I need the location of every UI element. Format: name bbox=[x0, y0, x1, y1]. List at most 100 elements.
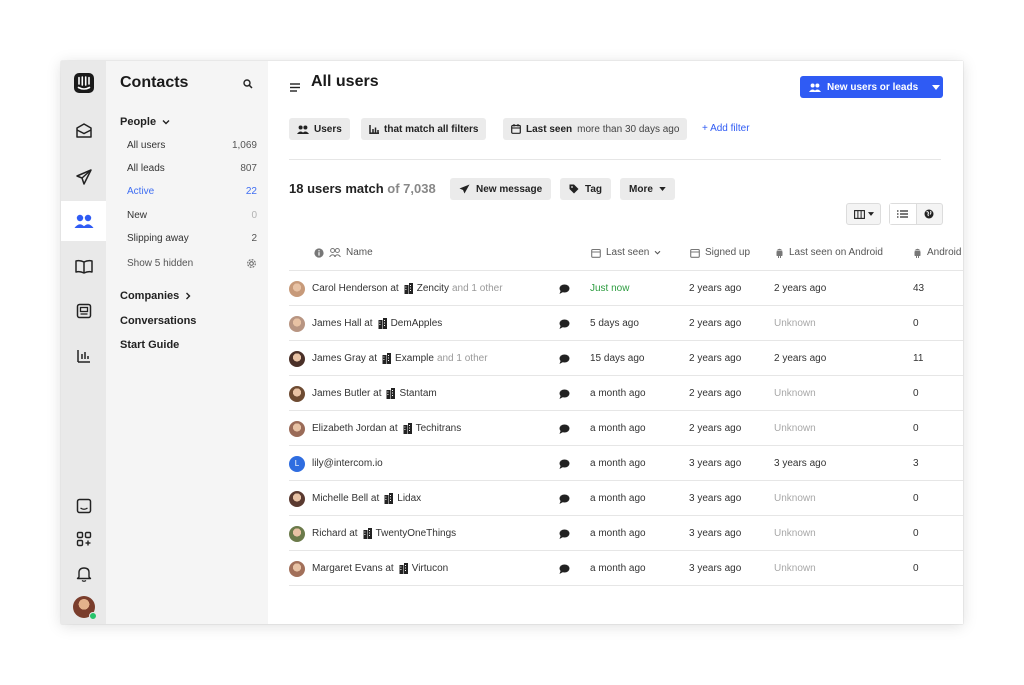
user-name[interactable]: James Hall at bbox=[312, 318, 373, 329]
main-panel: All users New users or leads Users that … bbox=[268, 61, 963, 624]
company-link[interactable]: Zencity bbox=[404, 283, 449, 294]
table-row[interactable]: Richard at TwentyOneThings a month ago 3 ye… bbox=[289, 516, 963, 551]
avatar bbox=[289, 560, 305, 577]
user-name[interactable]: Elizabeth Jordan at bbox=[312, 423, 398, 434]
user-name[interactable]: lily@intercom.io bbox=[312, 458, 383, 469]
columns-selector[interactable] bbox=[846, 203, 881, 225]
user-name[interactable]: Margaret Evans at bbox=[312, 563, 394, 574]
send-icon bbox=[459, 184, 470, 194]
company-link[interactable]: Example bbox=[382, 353, 434, 364]
column-header-android[interactable]: Android bbox=[913, 247, 961, 258]
menu-icon[interactable] bbox=[290, 79, 300, 97]
intercom-logo-icon[interactable] bbox=[61, 63, 106, 103]
filter-last-seen-chip[interactable]: Last seen more than 30 days ago bbox=[503, 118, 688, 140]
table-row[interactable]: Elizabeth Jordan at Techitrans a month ago… bbox=[289, 411, 963, 446]
info-icon bbox=[314, 247, 324, 258]
chat-icon[interactable] bbox=[559, 341, 570, 376]
column-header-last-seen[interactable]: Last seen bbox=[591, 247, 661, 258]
sidebar-item-slipping-away[interactable]: Slipping away 2 bbox=[120, 228, 259, 248]
company-link[interactable]: Stantam bbox=[386, 388, 437, 399]
sidebar-item-all-users[interactable]: All users 1,069 bbox=[120, 135, 259, 155]
last-seen-android-cell: Unknown bbox=[774, 388, 816, 399]
messenger-icon[interactable] bbox=[61, 291, 106, 331]
table-row[interactable]: Margaret Evans at Virtucon a month ago 3 ye… bbox=[289, 551, 963, 586]
reports-icon[interactable] bbox=[61, 336, 106, 376]
sidebar-item-new[interactable]: New 0 bbox=[120, 205, 259, 225]
users-icon bbox=[297, 125, 309, 134]
chat-icon[interactable] bbox=[559, 411, 570, 446]
gear-icon[interactable] bbox=[246, 258, 257, 269]
company-link[interactable]: DemApples bbox=[378, 318, 442, 329]
chat-icon[interactable] bbox=[559, 516, 570, 551]
sidebar-item-all-leads[interactable]: All leads 807 bbox=[120, 158, 259, 178]
globe-view-icon[interactable] bbox=[917, 204, 943, 224]
new-message-button[interactable]: New message bbox=[450, 178, 552, 200]
last-seen-android-cell: Unknown bbox=[774, 563, 816, 574]
list-view-icon[interactable] bbox=[890, 204, 917, 224]
user-name[interactable]: James Gray at bbox=[312, 353, 377, 364]
column-header-signed-up[interactable]: Signed up bbox=[690, 247, 750, 258]
building-icon bbox=[404, 283, 413, 294]
chat-icon[interactable] bbox=[559, 306, 570, 341]
last-seen-cell: a month ago bbox=[590, 528, 646, 539]
app-window: Contacts People All users 1,069 All lead… bbox=[61, 61, 963, 624]
column-header-last-seen-android[interactable]: Last seen on Android bbox=[775, 247, 883, 258]
table-row[interactable]: James Gray at Example and 1 other 15 days a… bbox=[289, 341, 963, 376]
table-row[interactable]: Carol Henderson at Zencity and 1 other Just… bbox=[289, 271, 963, 306]
company-link[interactable]: TwentyOneThings bbox=[363, 528, 456, 539]
nav-rail bbox=[61, 61, 106, 624]
chat-icon[interactable] bbox=[559, 446, 570, 481]
user-name[interactable]: Richard at bbox=[312, 528, 358, 539]
company-link[interactable]: Virtucon bbox=[399, 563, 448, 574]
outbound-icon[interactable] bbox=[61, 157, 106, 197]
articles-icon[interactable] bbox=[61, 246, 106, 286]
show-hidden-button[interactable]: Show 5 hidden bbox=[120, 253, 259, 273]
new-users-or-leads-button[interactable]: New users or leads bbox=[800, 76, 943, 98]
last-seen-android-cell: 3 years ago bbox=[774, 458, 827, 469]
inbox-icon[interactable] bbox=[61, 111, 106, 151]
android-cell: 0 bbox=[913, 493, 919, 504]
signed-up-cell: 2 years ago bbox=[689, 353, 742, 364]
people-section[interactable]: People bbox=[120, 116, 170, 128]
table-row[interactable]: James Hall at DemApples 5 days ago 2 years … bbox=[289, 306, 963, 341]
companies-section[interactable]: Companies bbox=[120, 290, 191, 302]
view-toggle bbox=[889, 203, 943, 225]
android-cell: 0 bbox=[913, 528, 919, 539]
conversations-section[interactable]: Conversations bbox=[120, 315, 196, 327]
tag-button[interactable]: Tag bbox=[560, 178, 612, 200]
column-header-name[interactable]: Name bbox=[314, 247, 373, 258]
filter-users-chip[interactable]: Users bbox=[289, 118, 350, 140]
profile-avatar[interactable] bbox=[61, 587, 106, 624]
chat-icon[interactable] bbox=[559, 551, 570, 586]
chat-icon[interactable] bbox=[559, 376, 570, 411]
avatar bbox=[289, 315, 305, 332]
chat-icon[interactable] bbox=[559, 481, 570, 516]
chat-icon[interactable] bbox=[559, 271, 570, 306]
other-companies[interactable]: and 1 other bbox=[452, 283, 503, 294]
table-row[interactable]: Michelle Bell at Lidax a month ago 3 years … bbox=[289, 481, 963, 516]
start-guide-link[interactable]: Start Guide bbox=[120, 339, 179, 351]
people-label: People bbox=[120, 116, 157, 128]
chevron-down-icon bbox=[162, 120, 170, 125]
company-link[interactable]: Techitrans bbox=[403, 423, 461, 434]
company-link[interactable]: Lidax bbox=[384, 493, 421, 504]
chevron-right-icon bbox=[186, 292, 191, 300]
table-row[interactable]: James Butler at Stantam a month ago 2 years… bbox=[289, 376, 963, 411]
other-companies[interactable]: and 1 other bbox=[437, 353, 488, 364]
add-filter-link[interactable]: + Add filter bbox=[702, 123, 750, 134]
avatar bbox=[289, 525, 305, 542]
last-seen-android-cell: 2 years ago bbox=[774, 283, 827, 294]
users-icon bbox=[329, 248, 341, 257]
filter-match-chip[interactable]: that match all filters bbox=[361, 118, 487, 140]
more-button[interactable]: More bbox=[620, 178, 675, 200]
user-name[interactable]: Michelle Bell at bbox=[312, 493, 379, 504]
contacts-icon[interactable] bbox=[61, 201, 106, 241]
avatar: L bbox=[289, 455, 305, 472]
table-row[interactable]: Llily@intercom.io a month ago 3 years ago 3… bbox=[289, 446, 963, 481]
search-icon[interactable] bbox=[243, 76, 253, 94]
sidebar-item-active[interactable]: Active 22 bbox=[120, 181, 259, 201]
building-icon bbox=[384, 493, 394, 504]
user-name[interactable]: James Butler at bbox=[312, 388, 381, 399]
avatar bbox=[289, 280, 305, 297]
user-name[interactable]: Carol Henderson at bbox=[312, 283, 399, 294]
